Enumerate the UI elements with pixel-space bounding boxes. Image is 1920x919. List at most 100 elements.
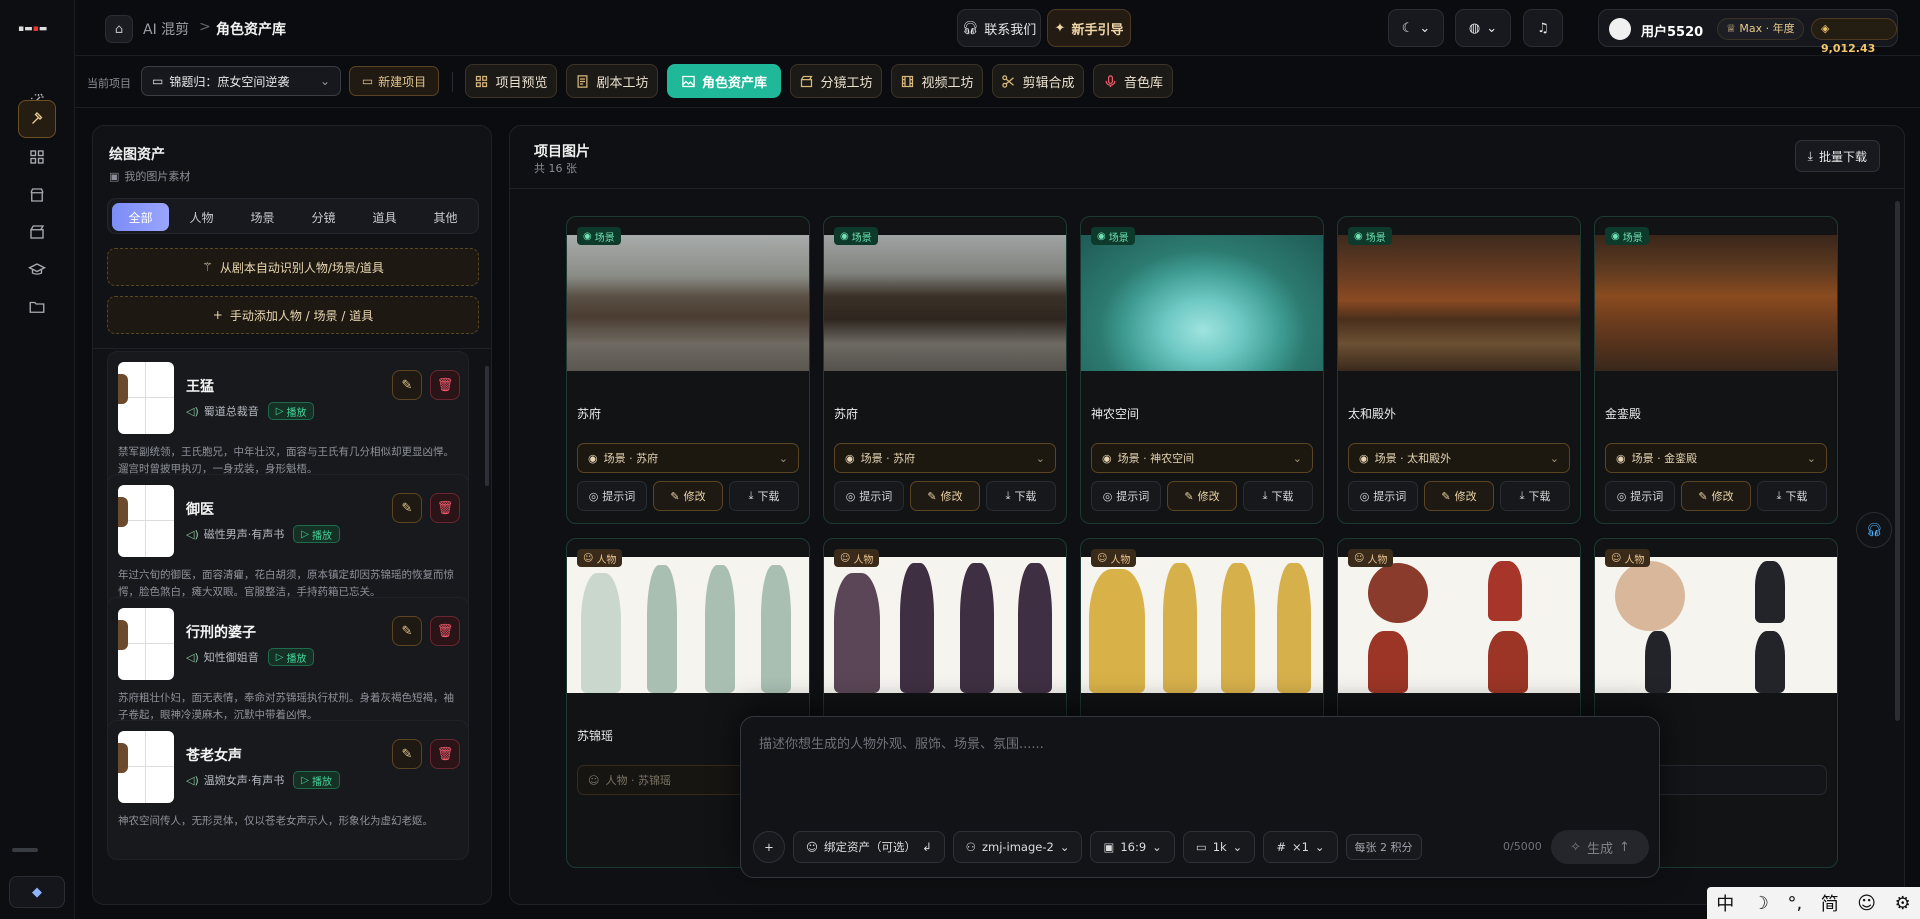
character-sheet-image[interactable]	[567, 557, 809, 693]
support-headset-icon[interactable]: 🎧︎	[1856, 512, 1892, 548]
character-card[interactable]: 行刑的婆子 ◁) 知性御姐音 ▷ 播放 ✎ 🗑︎ 苏府粗壮仆妇，面无表情，奉命对苏锦…	[107, 597, 469, 737]
resolution-select[interactable]: ▭ 1k ⌄	[1182, 831, 1256, 863]
edit-button[interactable]: ✎	[392, 739, 422, 769]
image-card[interactable]: ◉ 场景 神农空间 ◉ 场景 · 神农空间 ⌄ ◎ 提示词 ✎ 修改 ⤓ 下载	[1080, 216, 1324, 524]
bind-asset-select[interactable]: ☺ 绑定资产（可选） ↲	[793, 831, 945, 863]
download-button[interactable]: ⤓ 下载	[1757, 481, 1827, 511]
moon-icon[interactable]: ☽	[1753, 893, 1769, 914]
bulk-download-button[interactable]: ⤓ 批量下载	[1794, 140, 1880, 172]
edit-button[interactable]: ✎ 修改	[653, 481, 723, 511]
image-card[interactable]: ◉ 场景 金銮殿 ◉ 场景 · 金銮殿 ⌄ ◎ 提示词 ✎ 修改 ⤓ 下载	[1594, 216, 1838, 524]
prompt-button[interactable]: ◎ 提示词	[1348, 481, 1418, 511]
edit-button[interactable]: ✎ 修改	[1681, 481, 1751, 511]
binding-select[interactable]: ◉ 场景 · 苏府 ⌄	[577, 443, 799, 473]
character-sheet-image[interactable]	[1595, 557, 1837, 693]
tab-storyboard-workshop[interactable]: 分镜工坊	[790, 64, 882, 98]
guide-button[interactable]: ✦ 新手引导	[1047, 9, 1131, 47]
edit-button[interactable]: ✎ 修改	[1424, 481, 1494, 511]
new-project-button[interactable]: ▭ 新建项目	[349, 66, 439, 96]
filter-storyboard[interactable]: 分镜	[295, 203, 352, 231]
image-card[interactable]: ◉ 场景 苏府 ◉ 场景 · 苏府 ⌄ ◎ 提示词 ✎ 修改 ⤓ 下载	[823, 216, 1067, 524]
punctuation-mode[interactable]: °,	[1787, 893, 1802, 914]
character-card[interactable]: 王猛 ◁) 蜀道总裁音 ▷ 播放 ✎ 🗑︎ 禁军副统领，王氏胞兄，中年壮汉，面容与王…	[107, 351, 469, 491]
language-toggle[interactable]: ◍ ⌄	[1455, 9, 1511, 47]
scene-image[interactable]	[824, 235, 1066, 371]
tab-voice-library[interactable]: 音色库	[1093, 64, 1173, 98]
scene-image[interactable]	[567, 235, 809, 371]
character-card[interactable]: 苍老女声 ◁) 温婉女声·有声书 ▷ 播放 ✎ 🗑︎ 神农空间传人，无形灵体，仅以苍…	[107, 720, 469, 860]
tab-edit-compose[interactable]: 剪辑合成	[992, 64, 1084, 98]
play-button[interactable]: ▷ 播放	[267, 648, 315, 666]
auto-detect-button[interactable]: ⚚ 从剧本自动识别人物/场景/道具	[107, 248, 479, 286]
prompt-button[interactable]: ◎ 提示词	[1605, 481, 1675, 511]
rail-hammer-icon[interactable]	[18, 100, 56, 138]
play-button[interactable]: ▷ 播放	[293, 525, 340, 543]
binding-select[interactable]: ◉ 场景 · 苏府 ⌄	[834, 443, 1056, 473]
prompt-button[interactable]: ◎ 提示词	[1091, 481, 1161, 511]
emoji-icon[interactable]: ☺	[1857, 893, 1876, 914]
filter-person[interactable]: 人物	[173, 203, 230, 231]
ratio-select[interactable]: ▣ 16:9 ⌄	[1090, 831, 1175, 863]
edit-button[interactable]: ✎	[392, 616, 422, 646]
scene-image[interactable]	[1081, 235, 1323, 371]
add-attachment-button[interactable]: +	[753, 831, 785, 863]
project-select[interactable]: ▭ 锦题归：庶女空间逆袭 ⌄	[141, 66, 341, 96]
image-scrollbar[interactable]	[1895, 201, 1900, 721]
rail-folder-icon[interactable]	[18, 288, 56, 326]
quantity-select[interactable]: # ×1 ⌄	[1263, 831, 1338, 863]
tab-script-workshop[interactable]: 剧本工坊	[566, 64, 658, 98]
binding-select[interactable]: ◉ 场景 · 太和殿外 ⌄	[1348, 443, 1570, 473]
app-logo[interactable]: ▪▬▪▬	[18, 24, 58, 38]
breadcrumb-parent[interactable]: AI 混剪	[143, 19, 189, 39]
tab-video-workshop[interactable]: 视频工坊	[891, 64, 983, 98]
generate-button[interactable]: ✧ 生成 ↑	[1551, 830, 1649, 864]
theme-toggle[interactable]: ☾ ⌄	[1388, 9, 1444, 47]
download-button[interactable]: ⤓ 下载	[1243, 481, 1313, 511]
gear-icon[interactable]: ⚙	[1895, 893, 1911, 914]
filter-scene[interactable]: 场景	[234, 203, 291, 231]
binding-select[interactable]: ◉ 场景 · 金銮殿 ⌄	[1605, 443, 1827, 473]
delete-button[interactable]: 🗑︎	[430, 370, 460, 400]
character-sheet-image[interactable]	[1338, 557, 1580, 693]
rail-store-icon[interactable]	[18, 176, 56, 214]
filter-all[interactable]: 全部	[112, 203, 169, 231]
ime-chinese-mode[interactable]: 中	[1716, 890, 1734, 916]
edit-button[interactable]: ✎	[392, 370, 422, 400]
delete-button[interactable]: 🗑︎	[430, 493, 460, 523]
tab-asset-library[interactable]: 角色资产库	[667, 64, 781, 98]
scene-image[interactable]	[1595, 235, 1837, 371]
delete-button[interactable]: 🗑︎	[430, 739, 460, 769]
rail-diamond-icon[interactable]: ◆	[9, 876, 65, 908]
notification-button[interactable]: ♫︎	[1523, 9, 1563, 47]
manual-add-button[interactable]: + 手动添加人物 / 场景 / 道具	[107, 296, 479, 334]
rail-graduation-icon[interactable]	[18, 251, 56, 289]
prompt-button[interactable]: ◎ 提示词	[834, 481, 904, 511]
character-sheet-image[interactable]	[824, 557, 1066, 693]
list-scrollbar[interactable]	[485, 366, 489, 486]
scene-image[interactable]	[1338, 235, 1580, 371]
prompt-input[interactable]: 描述你想生成的人物外观、服饰、场景、氛围......	[759, 733, 1044, 752]
download-button[interactable]: ⤓ 下载	[729, 481, 799, 511]
character-card[interactable]: 御医 ◁) 磁性男声·有声书 ▷ 播放 ✎ 🗑︎ 年过六旬的御医，面容清癯，花白胡须…	[107, 474, 469, 614]
download-button[interactable]: ⤓ 下载	[986, 481, 1056, 511]
image-card[interactable]: ◉ 场景 太和殿外 ◉ 场景 · 太和殿外 ⌄ ◎ 提示词 ✎ 修改 ⤓ 下载	[1337, 216, 1581, 524]
filter-prop[interactable]: 道具	[356, 203, 413, 231]
character-sheet-image[interactable]	[1081, 557, 1323, 693]
rail-grid-icon[interactable]	[18, 138, 56, 176]
edit-button[interactable]: ✎ 修改	[910, 481, 980, 511]
tab-project-preview[interactable]: 项目预览	[465, 64, 557, 98]
download-button[interactable]: ⤓ 下载	[1500, 481, 1570, 511]
play-button[interactable]: ▷ 播放	[267, 402, 315, 420]
play-button[interactable]: ▷ 播放	[293, 771, 340, 789]
model-select[interactable]: ⚇ zmj-image-2 ⌄	[952, 831, 1083, 863]
contact-button[interactable]: 🎧︎ 联系我们	[957, 9, 1041, 47]
prompt-button[interactable]: ◎ 提示词	[577, 481, 647, 511]
rail-clapper-icon[interactable]	[18, 213, 56, 251]
binding-select[interactable]: ◉ 场景 · 神农空间 ⌄	[1091, 443, 1313, 473]
rail-scrollbar[interactable]	[12, 848, 38, 852]
filter-other[interactable]: 其他	[417, 203, 474, 231]
user-menu[interactable]: 用户5520 ♕ Max · 年度 ◈ 9,012.43	[1598, 9, 1898, 55]
ime-simplified-mode[interactable]: 简	[1821, 890, 1839, 916]
edit-button[interactable]: ✎ 修改	[1167, 481, 1237, 511]
edit-button[interactable]: ✎	[392, 493, 422, 523]
